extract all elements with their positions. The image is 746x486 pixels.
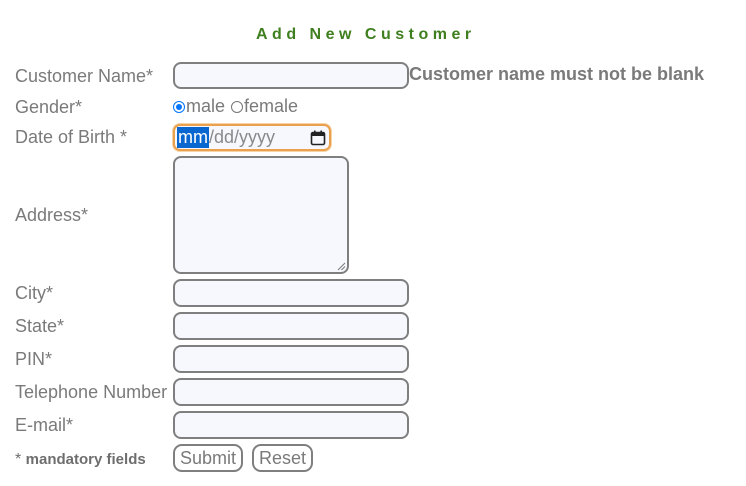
customer-name-label: Customer Name* [15,66,154,86]
date-day-year-segments[interactable]: /dd/yyyy [209,127,275,148]
gender-female-radio[interactable] [231,100,244,113]
gender-male-label[interactable]: male [186,96,225,117]
add-customer-page: Add New Customer Customer Name* Customer… [0,0,746,486]
city-label: City* [15,283,54,303]
state-label: State* [15,316,65,336]
mandatory-text: mandatory fields [25,451,146,468]
gender-label: Gender* [15,97,83,117]
city-input[interactable] [173,279,409,307]
date-of-birth-label: Date of Birth * [15,127,128,147]
gender-radio-group: male female [173,96,304,117]
address-textarea[interactable] [173,156,349,274]
address-label: Address* [15,205,89,225]
date-of-birth-input[interactable]: mm/dd/yyyy [173,124,331,151]
gender-female-label[interactable]: female [244,96,298,117]
email-input[interactable] [173,411,409,439]
calendar-icon[interactable] [310,130,326,146]
pin-label: PIN* [15,349,53,369]
telephone-input[interactable] [173,378,409,406]
state-input[interactable] [173,312,409,340]
telephone-label: Telephone Number [15,382,168,402]
date-month-segment[interactable]: mm [177,127,209,148]
mandatory-star: * [15,451,26,468]
reset-button[interactable]: Reset [252,444,314,472]
gender-male-radio[interactable] [173,100,185,113]
customer-name-input[interactable] [173,62,409,89]
submit-button[interactable]: Submit [173,444,244,472]
customer-name-error: Customer name must not be blank [409,64,705,84]
pin-input[interactable] [173,345,409,373]
email-label: E-mail* [15,415,74,435]
page-title: Add New Customer [256,26,476,43]
mandatory-fields-note: * mandatory fields [15,450,146,470]
